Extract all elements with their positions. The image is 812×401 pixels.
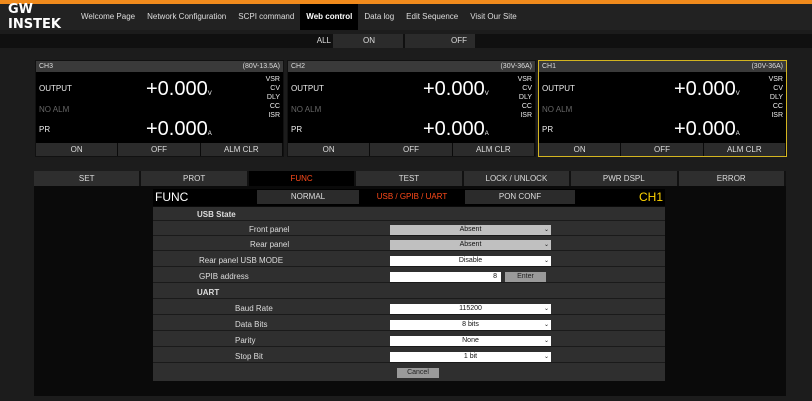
func-title: FUNC: [155, 190, 189, 204]
channel-panel-ch2: CH2 (30V-36A) OUTPUT NO ALM PR +0.000V +0…: [287, 60, 536, 157]
chevron-down-icon: ⌄: [543, 227, 549, 233]
alarm-status: NO ALM: [39, 105, 70, 114]
parity-row: Parity None ⌄: [153, 335, 665, 347]
gpib-address-input[interactable]: 8: [390, 272, 501, 282]
output-label: OUTPUT: [39, 84, 72, 93]
field-label: Data Bits: [235, 320, 268, 329]
rear-panel-row: Rear panel Absent ⌄: [153, 239, 665, 251]
alarm-status: NO ALM: [291, 105, 322, 114]
current-readout: +0.000A: [674, 118, 740, 140]
rear-usb-mode-row: Rear panel USB MODE Disable ⌄: [153, 255, 665, 267]
field-label: Baud Rate: [235, 304, 273, 313]
current-readout: +0.000A: [423, 118, 489, 140]
chevron-down-icon: ⌄: [543, 242, 549, 248]
function-tabs: SET PROT FUNC TEST LOCK / UNLOCK PWR DSP…: [34, 171, 786, 186]
pr-label: PR: [542, 125, 554, 134]
stop-bit-select[interactable]: 1 bit ⌄: [390, 352, 551, 362]
section-heading: UART: [197, 288, 220, 297]
field-label: GPIB address: [199, 272, 249, 281]
chevron-down-icon: ⌄: [543, 322, 549, 328]
all-off-button[interactable]: OFF: [405, 34, 475, 48]
cancel-button[interactable]: Cancel: [397, 368, 439, 378]
pr-label: PR: [39, 125, 51, 134]
rear-panel-select[interactable]: Absent ⌄: [390, 240, 551, 250]
gpib-enter-button[interactable]: Enter: [505, 272, 546, 282]
channel-name: CH1: [542, 63, 557, 70]
tab-set[interactable]: SET: [34, 171, 140, 186]
data-bits-select[interactable]: 8 bits ⌄: [390, 320, 551, 330]
channel-off-button[interactable]: OFF: [621, 143, 703, 156]
channel-range: (30V-36A): [751, 63, 783, 70]
nav-edit-sequence[interactable]: Edit Sequence: [400, 4, 464, 30]
chevron-down-icon: ⌄: [543, 354, 549, 360]
channel-on-button[interactable]: ON: [288, 143, 370, 156]
current-channel-label: CH1: [639, 190, 664, 204]
chevron-down-icon: ⌄: [543, 306, 549, 312]
voltage-readout: +0.000V: [146, 78, 212, 100]
channel-name: CH3: [39, 63, 54, 70]
output-label: OUTPUT: [542, 84, 575, 93]
nav-welcome-page[interactable]: Welcome Page: [75, 4, 141, 30]
baud-rate-select[interactable]: 115200 ⌄: [390, 304, 551, 314]
nav-data-log[interactable]: Data log: [358, 4, 400, 30]
channel-range: (30V-36A): [500, 63, 532, 70]
field-label: Rear panel: [250, 240, 290, 249]
front-panel-select[interactable]: Absent ⌄: [390, 225, 551, 235]
tab-test[interactable]: TEST: [356, 171, 462, 186]
channel-range: (80V-13.5A): [242, 63, 280, 70]
voltage-readout: +0.000V: [423, 78, 489, 100]
rear-usb-mode-select[interactable]: Disable ⌄: [390, 256, 551, 266]
channel-panel-ch3: CH3 (80V-13.5A) OUTPUT NO ALM PR +0.000V …: [35, 60, 284, 157]
front-panel-row: Front panel Absent ⌄: [153, 224, 665, 236]
chevron-down-icon: ⌄: [543, 258, 549, 264]
tab-lock-unlock[interactable]: LOCK / UNLOCK: [463, 171, 570, 186]
alarm-clear-button[interactable]: ALM CLR: [452, 143, 534, 156]
field-label: Front panel: [249, 225, 290, 234]
data-bits-row: Data Bits 8 bits ⌄: [153, 319, 665, 331]
channel-name: CH2: [291, 63, 306, 70]
field-label: Rear panel USB MODE: [199, 256, 284, 265]
nav-network-configuration[interactable]: Network Configuration: [141, 4, 232, 30]
all-label: ALL: [316, 36, 331, 45]
channel-off-button[interactable]: OFF: [118, 143, 200, 156]
alarm-clear-button[interactable]: ALM CLR: [200, 143, 282, 156]
alarm-status: NO ALM: [542, 105, 573, 114]
section-heading: USB State: [197, 210, 236, 219]
subtab-pon-conf[interactable]: PON CONF: [465, 190, 575, 204]
channel-on-button[interactable]: ON: [539, 143, 621, 156]
channel-off-button[interactable]: OFF: [370, 143, 452, 156]
status-indicators: VSR CV DLY CC ISR: [265, 76, 280, 119]
gpib-address-row: GPIB address 8 Enter: [153, 271, 665, 283]
gwinstek-logo: GW INSTEK: [8, 2, 61, 32]
alarm-clear-button[interactable]: ALM CLR: [703, 143, 785, 156]
nav-web-control[interactable]: Web control: [300, 4, 359, 30]
output-label: OUTPUT: [291, 84, 324, 93]
uart-section: UART: [153, 287, 665, 299]
chevron-down-icon: ⌄: [543, 338, 549, 344]
nav-visit-our-site[interactable]: Visit Our Site: [464, 4, 523, 30]
field-label: Stop Bit: [235, 352, 264, 361]
usb-state-section: USB State: [153, 209, 665, 221]
voltage-readout: +0.000V: [674, 78, 740, 100]
channel-panel-ch1[interactable]: CH1 (30V-36A) OUTPUT NO ALM PR +0.000V +0…: [538, 60, 787, 157]
channel-on-button[interactable]: ON: [36, 143, 118, 156]
baud-rate-row: Baud Rate 115200 ⌄: [153, 303, 665, 315]
stop-bit-row: Stop Bit 1 bit ⌄: [153, 351, 665, 363]
all-on-button[interactable]: ON: [333, 34, 403, 48]
subtab-normal[interactable]: NORMAL: [257, 190, 359, 204]
tab-func[interactable]: FUNC: [248, 171, 355, 186]
field-label: Parity: [235, 336, 256, 345]
status-indicators: VSR CV DLY CC ISR: [768, 76, 783, 119]
subtab-usb-gpib-uart[interactable]: USB / GPIB / UART: [361, 190, 463, 204]
status-indicators: VSR CV DLY CC ISR: [517, 76, 532, 119]
top-nav: GW INSTEK Welcome Page Network Configura…: [0, 2, 812, 32]
current-readout: +0.000A: [146, 118, 212, 140]
parity-select[interactable]: None ⌄: [390, 336, 551, 346]
tab-error[interactable]: ERROR: [678, 171, 784, 186]
nav-scpi-command[interactable]: SCPI command: [232, 4, 300, 30]
tab-prot[interactable]: PROT: [141, 171, 247, 186]
all-channels-row: ALL ON OFF: [0, 34, 812, 48]
tab-pwr-dspl[interactable]: PWR DSPL: [571, 171, 677, 186]
pr-label: PR: [291, 125, 303, 134]
